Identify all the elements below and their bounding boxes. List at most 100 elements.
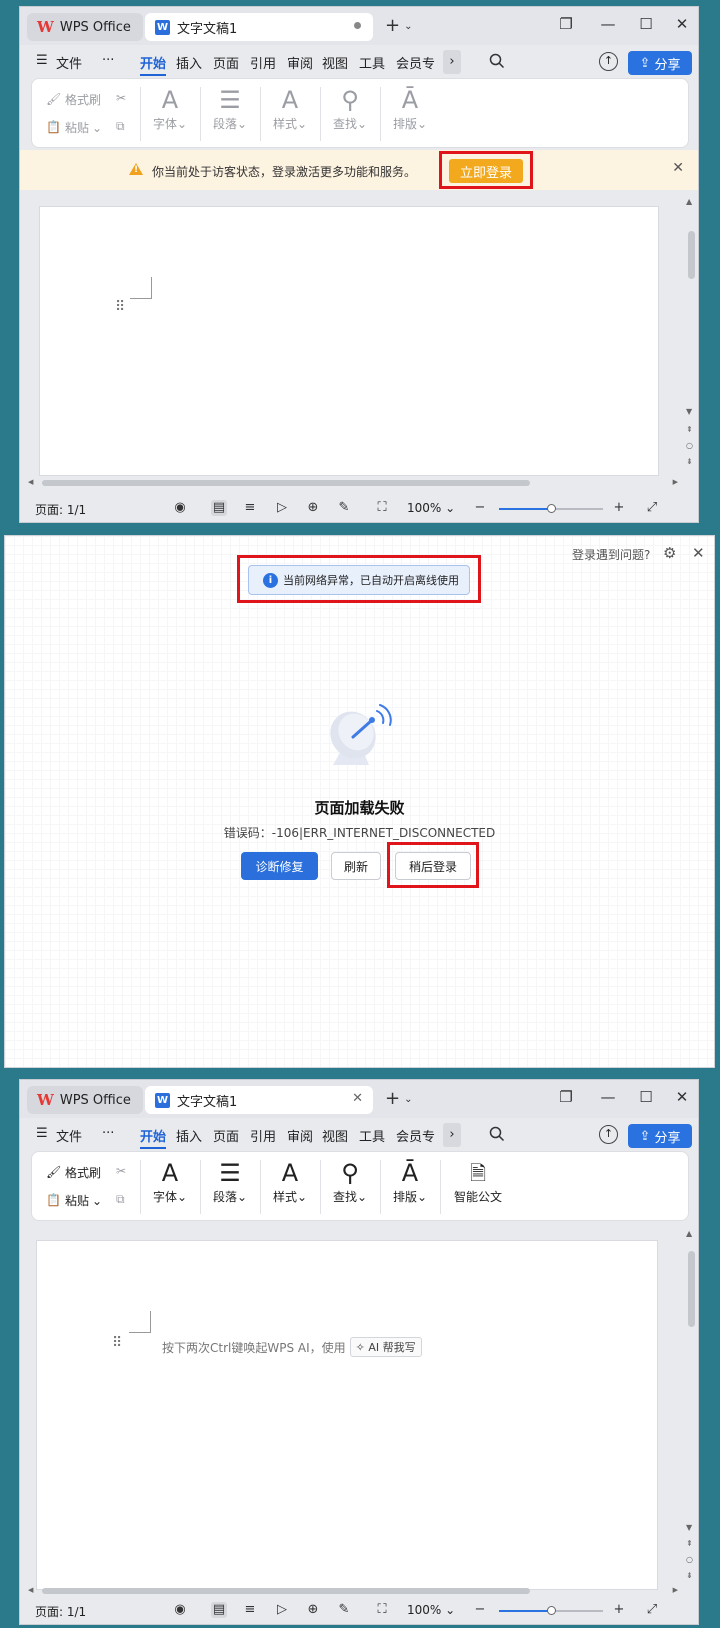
new-tab-button[interactable]: + ⌄ [385,1088,412,1109]
document-page[interactable]: ⠿ 按下两次Ctrl键唤起WPS AI，使用 ✧ AI 帮我写 [36,1240,658,1590]
page-info[interactable]: 页面: 1/1 [35,1603,86,1620]
chevron-right-icon[interactable]: › [443,50,461,74]
pen-icon[interactable]: ✎ [336,1602,352,1618]
cut-button[interactable]: ✂ [116,1164,126,1178]
format-painter-button[interactable]: 🖌 格式刷 [46,91,101,108]
tab-document[interactable]: W 文字文稿1 [145,13,373,41]
diagnose-repair-button[interactable]: 诊断修复 [241,852,318,880]
tab-reference[interactable]: 引用 [250,53,276,72]
zoom-out-icon[interactable]: − [472,500,488,516]
search-icon[interactable] [489,1126,505,1142]
tab-document[interactable]: W 文字文稿1 ✕ [145,1086,373,1114]
unsaved-dot-icon[interactable] [354,22,361,29]
tab-member[interactable]: 会员专 [396,53,440,72]
zoom-in-icon[interactable]: + [611,500,627,516]
zoom-slider-knob[interactable] [547,1606,556,1615]
tab-tools[interactable]: 工具 [359,53,385,72]
fullscreen-icon[interactable]: ⤢ [644,1602,660,1618]
zoom-out-icon[interactable]: − [472,1602,488,1618]
menu-more[interactable]: ··· [102,53,114,68]
tab-wps-office[interactable]: W WPS Office [27,13,143,41]
cloud-upload-icon[interactable]: ↑ [599,1125,618,1144]
zoom-slider[interactable] [499,504,603,513]
play-icon[interactable]: ▷ [274,500,290,516]
search-icon[interactable] [489,53,505,69]
paragraph-button[interactable]: ☰ 段落⌄ [204,1158,256,1205]
hscroll-thumb[interactable] [42,1588,530,1594]
zoom-value[interactable]: 100% ⌄ [407,1603,455,1617]
zoom-slider-knob[interactable] [547,504,556,513]
menu-file[interactable]: 文件 [56,53,82,72]
cloud-upload-icon[interactable]: ↑ [599,52,618,71]
fit-screen-icon[interactable]: ⛶ [374,500,390,516]
scroll-right-icon[interactable]: ▶ [673,1586,678,1594]
page-info[interactable]: 页面: 1/1 [35,501,86,518]
scroll-right-icon[interactable]: ▶ [673,478,678,486]
layout-button[interactable]: Ā 排版⌄ [384,1158,436,1205]
tab-wps-office[interactable]: W WPS Office [27,1086,143,1114]
menu-file[interactable]: 文件 [56,1126,82,1145]
tab-review[interactable]: 审阅 [287,1126,313,1145]
style-button[interactable]: A 样式⌄ [264,1158,316,1205]
close-tab-icon[interactable]: ✕ [352,1091,363,1106]
copy-button[interactable]: ⧉ [116,119,125,134]
scroll-left-icon[interactable]: ◀ [28,1586,33,1594]
menu-more[interactable]: ··· [102,1126,114,1141]
paste-button[interactable]: 📋 粘贴 ⌄ [46,119,102,136]
close-icon[interactable]: ✕ [672,15,692,33]
scroll-down-icon[interactable]: ▼ [686,1523,692,1532]
web-view-icon[interactable]: ⊕ [305,500,321,516]
tab-insert[interactable]: 插入 [176,53,202,72]
login-help-link[interactable]: 登录遇到问题? [572,546,650,563]
paste-button[interactable]: 📋 粘贴 ⌄ [46,1192,102,1209]
document-page[interactable]: ⠿ [39,206,659,476]
refresh-button[interactable]: 刷新 [331,852,381,880]
close-icon[interactable]: ✕ [672,1088,692,1106]
scroll-left-icon[interactable]: ◀ [28,478,33,486]
tab-tools[interactable]: 工具 [359,1126,385,1145]
vertical-scrollbar[interactable]: ▲ ▼ ⇞ ○ ⇟ [685,1229,697,1589]
maximize-icon[interactable]: ☐ [636,15,656,33]
zoom-value[interactable]: 100% ⌄ [407,501,455,515]
tab-home[interactable]: 开始 [140,1126,166,1145]
web-view-icon[interactable]: ⊕ [305,1602,321,1618]
page-view-icon[interactable]: ▤ [211,1602,227,1618]
gear-icon[interactable]: ⚙ [663,544,676,562]
copy-button[interactable]: ⧉ [116,1192,125,1207]
next-page-icon[interactable]: ⇟ [686,457,693,466]
format-painter-button[interactable]: 🖌 格式刷 [46,1164,101,1181]
cut-button[interactable]: ✂ [116,91,126,105]
font-button[interactable]: A 字体⌄ [144,1158,196,1205]
find-button[interactable]: ⚲ 查找⌄ [324,85,376,132]
pen-icon[interactable]: ✎ [336,500,352,516]
hamburger-icon[interactable]: ☰ [36,1126,48,1141]
scroll-up-icon[interactable]: ▲ [686,1229,692,1238]
smart-doc-button[interactable]: 🗎 智能公文 [446,1158,510,1205]
eye-icon[interactable]: ◉ [172,500,188,516]
page-view-icon[interactable]: ▤ [211,500,227,516]
maximize-icon[interactable]: ☐ [636,1088,656,1106]
tab-home[interactable]: 开始 [140,53,166,72]
zoom-in-icon[interactable]: + [611,1602,627,1618]
scroll-down-icon[interactable]: ▼ [686,407,692,416]
tab-insert[interactable]: 插入 [176,1126,202,1145]
tab-view[interactable]: 视图 [322,53,348,72]
next-page-icon[interactable]: ⇟ [686,1571,693,1580]
find-button[interactable]: ⚲ 查找⌄ [324,1158,376,1205]
hamburger-icon[interactable]: ☰ [36,53,48,68]
close-icon[interactable]: ✕ [692,544,705,562]
fit-screen-icon[interactable]: ⛶ [374,1602,390,1618]
play-icon[interactable]: ▷ [274,1602,290,1618]
fullscreen-icon[interactable]: ⤢ [644,500,660,516]
tab-view[interactable]: 视图 [322,1126,348,1145]
close-banner-icon[interactable]: ✕ [672,160,684,176]
outline-view-icon[interactable]: ≡ [242,500,258,516]
prev-page-icon[interactable]: ⇞ [686,1539,693,1548]
drag-handle-icon[interactable]: ⠿ [115,299,125,315]
tab-member[interactable]: 会员专 [396,1126,440,1145]
chevron-right-icon[interactable]: › [443,1123,461,1147]
restore-tabs-icon[interactable]: ❐ [556,1088,576,1106]
vertical-scrollbar[interactable]: ▲ ▼ ⇞ ○ ⇟ [685,197,697,473]
tab-page[interactable]: 页面 [213,1126,239,1145]
ai-write-chip[interactable]: ✧ AI 帮我写 [349,1337,422,1357]
